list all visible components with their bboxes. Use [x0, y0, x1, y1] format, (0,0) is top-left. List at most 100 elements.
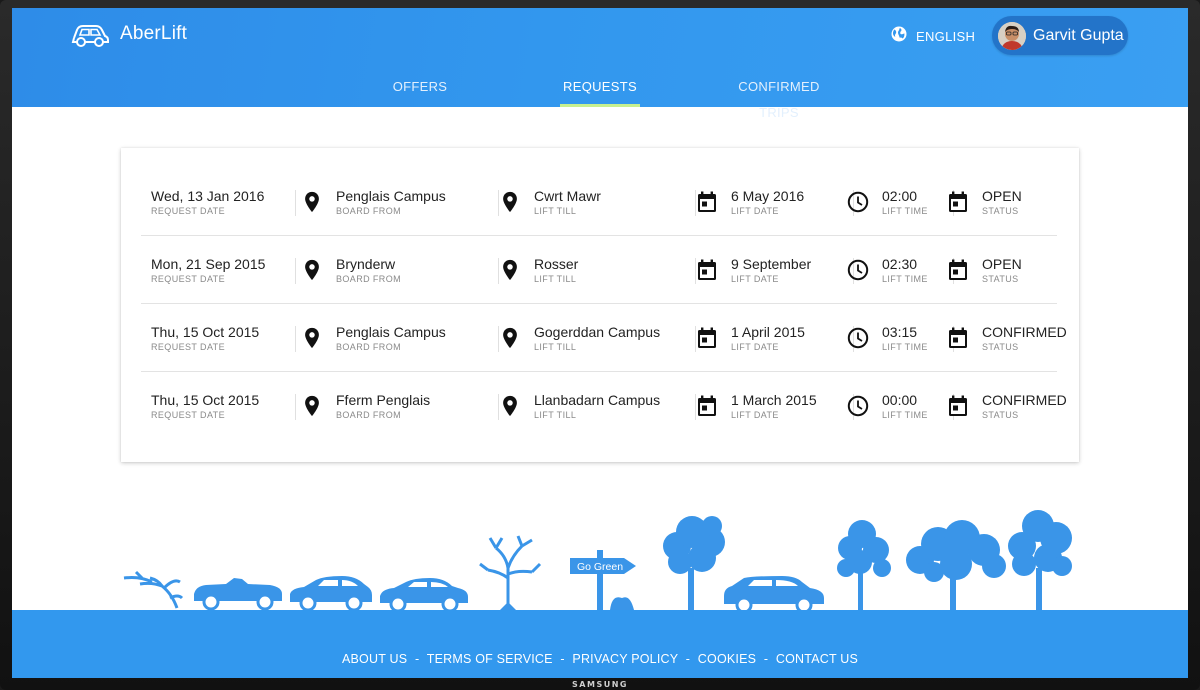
- lift-till-cell: Rosser LIFT TILL: [499, 236, 696, 304]
- status-cell: CONFIRMED STATUS: [947, 304, 1077, 372]
- avatar: [998, 21, 1026, 50]
- lift-time-cell: 00:00 LIFT TIME: [847, 372, 954, 440]
- column-divider: [295, 258, 296, 284]
- lift-date-label: LIFT DATE: [731, 341, 779, 352]
- status-value: CONFIRMED: [982, 391, 1067, 408]
- car-illustration: [380, 578, 468, 613]
- lift-time-cell: 02:00 LIFT TIME: [847, 168, 954, 236]
- board-from-cell: Brynderw BOARD FROM: [301, 236, 499, 304]
- map-pin-icon: [499, 327, 521, 349]
- request-date-cell: Thu, 15 Oct 2015 REQUEST DATE: [151, 372, 296, 440]
- footer-link-about-us[interactable]: ABOUT US: [342, 652, 407, 666]
- user-menu[interactable]: Garvit Gupta: [992, 16, 1128, 55]
- request-date-value: Mon, 21 Sep 2015: [151, 255, 266, 272]
- lift-till-value: Rosser: [534, 255, 579, 272]
- app-name: AberLift: [120, 23, 188, 44]
- tab-requests[interactable]: REQUESTS: [560, 74, 640, 107]
- lift-time-label: LIFT TIME: [882, 205, 928, 216]
- lift-date-cell: 1 April 2015 LIFT DATE: [696, 304, 854, 372]
- board-from-value: Penglais Campus: [336, 323, 446, 340]
- lift-date-value: 1 March 2015: [731, 391, 817, 408]
- map-pin-icon: [301, 191, 323, 213]
- lift-date-cell: 9 September LIFT DATE: [696, 236, 854, 304]
- tree-illustration: [1008, 510, 1072, 610]
- user-name: Garvit Gupta: [1033, 26, 1124, 44]
- bare-tree-illustration: [479, 535, 542, 608]
- status-label: STATUS: [982, 409, 1019, 420]
- bare-tree-illustration: [123, 570, 184, 609]
- clock-icon: [847, 327, 869, 349]
- status-label: STATUS: [982, 273, 1019, 284]
- footer-link-privacy-policy[interactable]: PRIVACY POLICY: [572, 652, 678, 666]
- calendar-icon: [947, 191, 969, 213]
- app-header: AberLift ENGLISH Garvit Gupta OFFERS REQ…: [12, 8, 1188, 120]
- lift-time-cell: 03:15 LIFT TIME: [847, 304, 954, 372]
- lift-till-value: Cwrt Mawr: [534, 187, 601, 204]
- lift-till-label: LIFT TILL: [534, 409, 577, 420]
- request-date-label: REQUEST DATE: [151, 409, 225, 420]
- car-illustration: [194, 578, 282, 611]
- tree-illustration: [906, 520, 1006, 610]
- status-label: STATUS: [982, 205, 1019, 216]
- globe-icon: [890, 25, 908, 48]
- status-label: STATUS: [982, 341, 1019, 352]
- go-green-sign-text: Go Green: [577, 561, 623, 573]
- lift-date-label: LIFT DATE: [731, 205, 779, 216]
- status-cell: OPEN STATUS: [947, 236, 1077, 304]
- footer-link-cookies[interactable]: COOKIES: [698, 652, 756, 666]
- request-date-label: REQUEST DATE: [151, 273, 225, 284]
- lift-date-label: LIFT DATE: [731, 409, 779, 420]
- board-from-cell: Penglais Campus BOARD FROM: [301, 168, 499, 236]
- tab-offers[interactable]: OFFERS: [382, 74, 458, 107]
- map-pin-icon: [301, 259, 323, 281]
- calendar-icon: [696, 259, 718, 281]
- calendar-icon: [947, 395, 969, 417]
- map-pin-icon: [301, 395, 323, 417]
- scenery-illustration: Go Green: [12, 498, 1188, 614]
- status-value: OPEN: [982, 187, 1022, 204]
- car-outline-icon: [70, 20, 110, 48]
- request-row[interactable]: Mon, 21 Sep 2015 REQUEST DATE Brynderw BOAR…: [141, 236, 1057, 304]
- map-pin-icon: [499, 259, 521, 281]
- clock-icon: [847, 395, 869, 417]
- device-brand-label: SAMSUNG: [572, 680, 628, 689]
- map-pin-icon: [301, 327, 323, 349]
- lift-time-value: 02:00: [882, 187, 918, 204]
- board-from-cell: Penglais Campus BOARD FROM: [301, 304, 499, 372]
- footer-links: ABOUT US - TERMS OF SERVICE - PRIVACY PO…: [341, 652, 859, 666]
- car-illustration: [290, 576, 372, 612]
- clock-icon: [847, 191, 869, 213]
- board-from-label: BOARD FROM: [336, 205, 402, 216]
- car-illustration: [724, 576, 824, 614]
- request-row[interactable]: Wed, 13 Jan 2016 REQUEST DATE Penglais Cam…: [141, 168, 1057, 236]
- board-from-value: Penglais Campus: [336, 187, 446, 204]
- footer-link-contact-us[interactable]: CONTACT US: [776, 652, 858, 666]
- request-date-value: Wed, 13 Jan 2016: [151, 187, 265, 204]
- request-row[interactable]: Thu, 15 Oct 2015 REQUEST DATE Penglais Cam…: [141, 304, 1067, 372]
- column-divider: [295, 326, 296, 352]
- calendar-icon: [696, 191, 718, 213]
- lift-time-cell: 02:30 LIFT TIME: [847, 236, 954, 304]
- request-date-value: Thu, 15 Oct 2015: [151, 391, 260, 408]
- board-from-cell: Fferm Penglais BOARD FROM: [301, 372, 499, 440]
- app-logo[interactable]: AberLift: [70, 20, 187, 48]
- calendar-icon: [696, 395, 718, 417]
- lift-till-cell: Cwrt Mawr LIFT TILL: [499, 168, 696, 236]
- language-label: ENGLISH: [916, 29, 976, 44]
- lift-till-cell: Gogerddan Campus LIFT TILL: [499, 304, 696, 372]
- request-row[interactable]: Thu, 15 Oct 2015 REQUEST DATE Fferm Pengla…: [141, 372, 1067, 440]
- tab-confirmed-trips[interactable]: CONFIRMED TRIPS: [718, 74, 840, 120]
- lift-date-cell: 1 March 2015 LIFT DATE: [696, 372, 854, 440]
- footer: ABOUT US - TERMS OF SERVICE - PRIVACY PO…: [12, 610, 1188, 678]
- language-selector[interactable]: ENGLISH: [890, 25, 975, 48]
- lift-time-value: 02:30: [882, 255, 918, 272]
- status-cell: OPEN STATUS: [947, 168, 1077, 236]
- lift-date-label: LIFT DATE: [731, 273, 779, 284]
- lift-time-label: LIFT TIME: [882, 273, 928, 284]
- calendar-icon: [947, 259, 969, 281]
- board-from-label: BOARD FROM: [336, 273, 402, 284]
- calendar-icon: [947, 327, 969, 349]
- lift-till-value: Gogerddan Campus: [534, 323, 661, 340]
- board-from-label: BOARD FROM: [336, 341, 402, 352]
- footer-link-terms-of-service[interactable]: TERMS OF SERVICE: [427, 652, 553, 666]
